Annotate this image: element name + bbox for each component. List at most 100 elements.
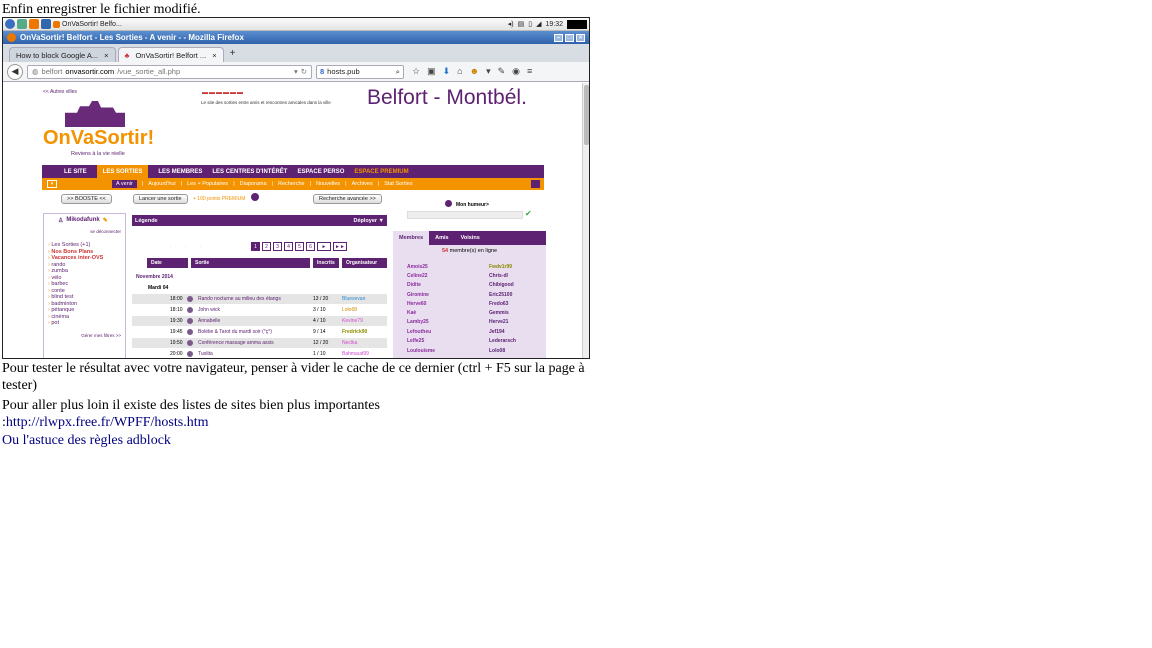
row-org[interactable]: Fredrick90	[342, 329, 367, 335]
scrollbar-thumb[interactable]	[584, 85, 589, 145]
humeur-label[interactable]: Mon humeur>	[456, 202, 489, 208]
member-link[interactable]: Gemmis	[489, 310, 509, 316]
pager-last[interactable]: ►►	[333, 242, 347, 251]
member-link[interactable]: Chris-dl	[489, 273, 508, 279]
pager-page[interactable]: 6	[306, 242, 315, 251]
row-title[interactable]: Bolétie & Tarot du mardi soir (°ç°)	[198, 329, 272, 335]
pager-page[interactable]: 4	[284, 242, 293, 251]
url-bar[interactable]: ◍ belfort onvasortir.com/vue_sortie_all.p…	[27, 64, 312, 79]
submenu-a-venir[interactable]: A venir	[112, 180, 137, 188]
humeur-input[interactable]	[407, 211, 523, 219]
member-link[interactable]: Fwdv1r99	[489, 264, 512, 270]
back-button[interactable]: ◀	[7, 63, 23, 80]
adblock-link[interactable]: Ou l'astuce des règles adblock	[2, 432, 592, 449]
home-icon[interactable]: ⌂	[457, 66, 462, 77]
row-title[interactable]: Conférence massage amma assis	[198, 340, 274, 346]
edit-pencil-icon[interactable]: ✎	[103, 217, 108, 224]
member-link[interactable]: Chibigood	[489, 282, 514, 288]
member-link[interactable]: Lelfe25	[407, 338, 424, 344]
table-row[interactable]: 19:50 Conférence massage amma assis 12 /…	[132, 338, 387, 348]
pager-page[interactable]: 5	[295, 242, 304, 251]
menu-les-membres[interactable]: LES MEMBRES	[158, 169, 202, 175]
row-org[interactable]: Kevine79	[342, 318, 363, 324]
logout-link[interactable]: se déconnecter	[44, 224, 125, 242]
member-link[interactable]: Amois25	[407, 264, 428, 270]
addon-icon[interactable]: ☻	[470, 66, 479, 77]
tab-close-icon[interactable]: ×	[104, 51, 108, 60]
tab-onvasortir[interactable]: ♣ OnVaSortir! Belfort ... ×	[117, 47, 224, 62]
member-link[interactable]: Lefoutheu	[407, 329, 431, 335]
member-link[interactable]: Herve60	[407, 301, 426, 307]
member-link[interactable]: Fredo63	[489, 301, 508, 307]
maximize-icon[interactable]: □	[565, 33, 574, 42]
dropdown-icon[interactable]: ▾	[294, 67, 298, 76]
menu-espace-premium[interactable]: ESPACE PREMIUM	[354, 169, 408, 175]
table-row[interactable]: 19:30 Annabelle 4 / 10 Kevine79	[132, 316, 387, 326]
username[interactable]: Mikodafunk	[66, 217, 99, 224]
menu-espace-perso[interactable]: ESPACE PERSO	[297, 169, 344, 175]
table-row[interactable]: 19:45 Bolétie & Tarot du mardi soir (°ç°…	[132, 327, 387, 337]
tab-voisins[interactable]: Voisins	[455, 231, 486, 245]
legende-bar[interactable]: Légende Déployer ▼	[132, 215, 387, 226]
table-row[interactable]: 20:00 Tuolita 1 / 10 Bahmaud99	[132, 349, 387, 358]
tab-membres[interactable]: Membres	[393, 231, 430, 245]
download-icon[interactable]: ⬇	[443, 66, 451, 77]
search-icon[interactable]: ⌕	[396, 67, 400, 77]
tab-close-icon[interactable]: ×	[212, 51, 216, 60]
row-org[interactable]: Neclka	[342, 340, 357, 346]
row-title[interactable]: Rando nocturne au milieu des étangs	[198, 296, 281, 302]
addon-dropdown-icon[interactable]: ▾	[486, 66, 491, 77]
search-engine-icon[interactable]: 8	[320, 67, 324, 76]
row-title[interactable]: Tuolita	[198, 351, 213, 357]
table-row[interactable]: 18:10 John wick 3 / 10 Lolo68	[132, 305, 387, 315]
member-link[interactable]: Lederarsch	[489, 338, 516, 344]
submenu-archives[interactable]: Archives	[352, 181, 373, 187]
autres-villes-link[interactable]: << Autres villes	[43, 89, 77, 95]
bookmark-star-icon[interactable]: ☆	[412, 66, 420, 77]
booste-button[interactable]: >> BOOSTE <<	[61, 194, 112, 204]
menu-icon[interactable]: ≡	[527, 66, 532, 77]
gerer-filtres-link[interactable]: Gérer mes filtres >>	[44, 327, 125, 338]
pager-page[interactable]: 2	[262, 242, 271, 251]
bookmarks-icon[interactable]: ▣	[427, 66, 436, 77]
close-window-icon[interactable]: ×	[576, 33, 585, 42]
recherche-avancee-button[interactable]: Recherche avancée >>	[313, 194, 382, 204]
menu-centres[interactable]: LES CENTRES D'INTÉRÊT	[212, 169, 287, 175]
submenu-populaires[interactable]: Les + Populaires	[187, 181, 228, 187]
deployer-button[interactable]: Déployer ▼	[353, 218, 384, 224]
member-link[interactable]: Didite	[407, 282, 421, 288]
member-link[interactable]: Loulouisme	[407, 348, 435, 354]
row-org[interactable]: Lolo68	[342, 307, 357, 313]
member-link[interactable]: Celine22	[407, 273, 428, 279]
member-link[interactable]: Eric25100	[489, 292, 512, 298]
member-link[interactable]: Lolo08	[489, 348, 505, 354]
page-scrollbar[interactable]	[582, 83, 589, 358]
tab-google[interactable]: How to block Google A... ×	[9, 47, 116, 62]
hosts-link[interactable]: http://rlwpx.free.fr/WPFF/hosts.htm	[6, 415, 209, 430]
lancer-sortie-button[interactable]: Lancer une sortie	[133, 194, 188, 204]
submenu-nouvelles[interactable]: Nouvelles	[316, 181, 340, 187]
row-title[interactable]: Annabelle	[198, 318, 220, 324]
submenu-recherche[interactable]: Recherche	[278, 181, 305, 187]
minimize-icon[interactable]: –	[554, 33, 563, 42]
table-row[interactable]: 18:00 Rando nocturne au milieu des étang…	[132, 294, 387, 304]
pager-page[interactable]: 3	[273, 242, 282, 251]
flags-icon[interactable]: ▬▬▬▬▬▬	[202, 90, 244, 96]
submenu-aujourdhui[interactable]: Aujourd'hui	[148, 181, 175, 187]
checkmark-icon[interactable]: ✔	[525, 209, 532, 218]
row-org[interactable]: Bahmaud99	[342, 351, 369, 357]
addon2-icon[interactable]: ✎	[498, 66, 506, 77]
member-link[interactable]: Jef194	[489, 329, 505, 335]
submenu-toggle-icon[interactable]: ▾	[47, 180, 57, 188]
reload-icon[interactable]: ↻	[301, 67, 307, 76]
menu-le-site[interactable]: LE SITE	[64, 169, 87, 175]
row-org[interactable]: Bluesevan	[342, 296, 365, 302]
member-link[interactable]: Giromine	[407, 292, 429, 298]
new-tab-button[interactable]: +	[226, 48, 240, 59]
search-box[interactable]: 8 hosts.pub ⌕	[316, 64, 404, 79]
addon3-icon[interactable]: ◉	[512, 66, 520, 77]
member-link[interactable]: Herve21	[489, 319, 508, 325]
menu-les-sorties[interactable]: LES SORTIES	[96, 165, 149, 178]
submenu-stat-sorties[interactable]: Stat Sorties	[384, 181, 412, 187]
rss-icon[interactable]	[531, 180, 540, 188]
